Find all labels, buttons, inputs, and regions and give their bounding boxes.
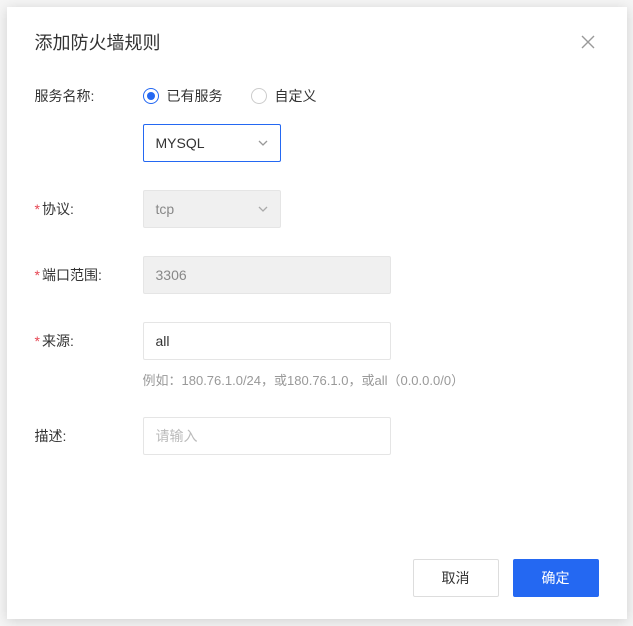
confirm-button[interactable]: 确定 bbox=[513, 559, 599, 597]
select-value: MYSQL bbox=[156, 135, 205, 151]
source-control bbox=[143, 322, 599, 360]
modal-header: 添加防火墙规则 bbox=[7, 7, 627, 65]
service-name-radio-group: 已有服务 自定义 bbox=[143, 77, 599, 106]
service-name-row: 服务名称: 已有服务 自定义 bbox=[35, 77, 599, 106]
source-row: 来源: bbox=[35, 322, 599, 360]
source-input[interactable] bbox=[143, 322, 391, 360]
source-label: 来源: bbox=[35, 322, 143, 351]
modal-footer: 取消 确定 bbox=[7, 543, 627, 619]
protocol-select[interactable]: tcp bbox=[143, 190, 281, 228]
protocol-label: 协议: bbox=[35, 190, 143, 219]
modal-body: 服务名称: 已有服务 自定义 MYSQL 协议: bbox=[7, 65, 627, 543]
add-firewall-rule-modal: 添加防火墙规则 服务名称: 已有服务 自定义 MYSQL bbox=[7, 7, 627, 619]
protocol-control: tcp bbox=[143, 190, 599, 228]
description-row: 描述: bbox=[35, 417, 599, 455]
radio-icon bbox=[143, 88, 159, 104]
port-range-row: 端口范围: bbox=[35, 256, 599, 294]
select-value: tcp bbox=[156, 201, 175, 217]
protocol-row: 协议: tcp bbox=[35, 190, 599, 228]
description-control bbox=[143, 417, 599, 455]
radio-label: 已有服务 bbox=[167, 86, 223, 106]
description-label: 描述: bbox=[35, 417, 143, 446]
port-range-input[interactable] bbox=[143, 256, 391, 294]
port-range-label: 端口范围: bbox=[35, 256, 143, 285]
radio-icon bbox=[251, 88, 267, 104]
radio-custom[interactable]: 自定义 bbox=[251, 86, 317, 106]
port-range-control bbox=[143, 256, 599, 294]
service-select[interactable]: MYSQL bbox=[143, 124, 281, 162]
radio-label: 自定义 bbox=[275, 86, 317, 106]
cancel-button[interactable]: 取消 bbox=[413, 559, 499, 597]
description-input[interactable] bbox=[143, 417, 391, 455]
service-name-label: 服务名称: bbox=[35, 77, 143, 106]
modal-title: 添加防火墙规则 bbox=[35, 29, 161, 55]
radio-existing-service[interactable]: 已有服务 bbox=[143, 86, 223, 106]
source-hint: 例如：180.76.1.0/24，或180.76.1.0，或all（0.0.0.… bbox=[143, 370, 599, 389]
service-select-row: MYSQL bbox=[143, 124, 599, 162]
close-button[interactable] bbox=[577, 31, 599, 53]
chevron-down-icon bbox=[258, 204, 268, 214]
close-icon bbox=[581, 35, 595, 49]
chevron-down-icon bbox=[258, 138, 268, 148]
